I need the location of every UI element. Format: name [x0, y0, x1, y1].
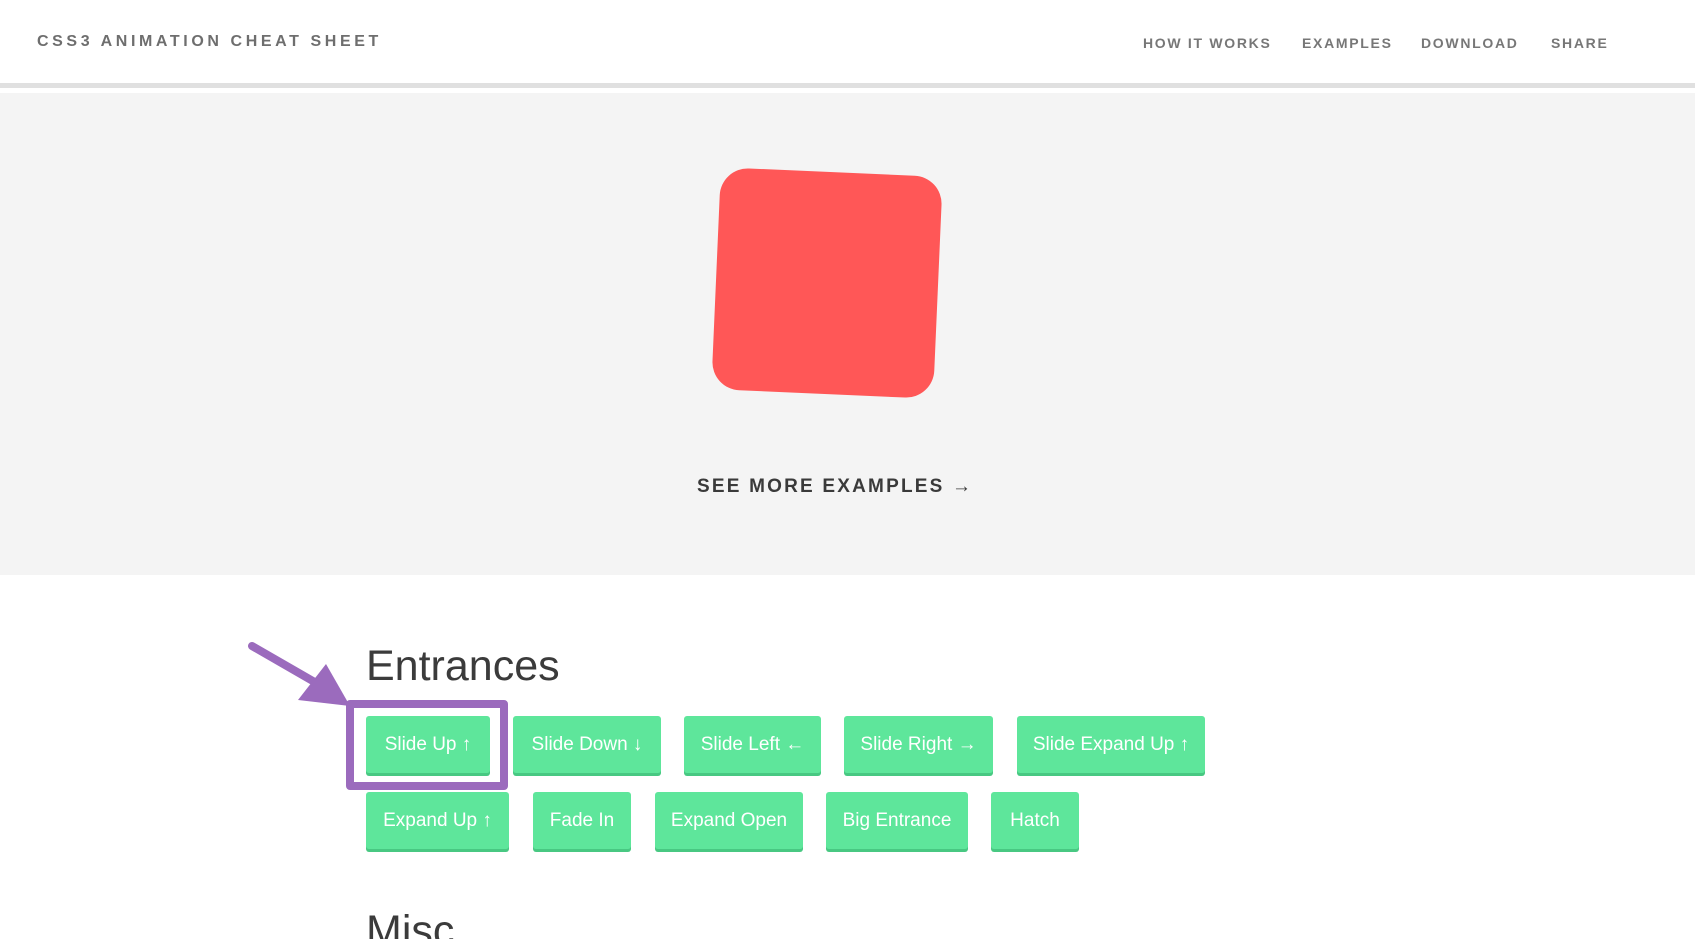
slide-down-button[interactable]: Slide Down ↓	[513, 716, 661, 773]
entrances-heading: Entrances	[366, 642, 560, 690]
slide-right-button[interactable]: Slide Right →	[844, 716, 993, 773]
animation-demo-box	[711, 167, 943, 399]
nav-examples[interactable]: EXAMPLES	[1302, 35, 1393, 51]
slide-expand-up-button[interactable]: Slide Expand Up ↑	[1017, 716, 1205, 773]
see-more-examples-link[interactable]: SEE MORE EXAMPLES →	[697, 476, 973, 498]
big-entrance-button[interactable]: Big Entrance	[826, 792, 968, 849]
nav-how-it-works[interactable]: HOW IT WORKS	[1143, 35, 1272, 51]
nav-download[interactable]: DOWNLOAD	[1421, 35, 1519, 51]
top-navbar: CSS3 ANIMATION CHEAT SHEET HOW IT WORKS …	[0, 0, 1695, 88]
nav-share[interactable]: SHARE	[1551, 35, 1609, 51]
page: CSS3 ANIMATION CHEAT SHEET HOW IT WORKS …	[0, 0, 1695, 939]
site-brand[interactable]: CSS3 ANIMATION CHEAT SHEET	[37, 33, 382, 51]
fade-in-button[interactable]: Fade In	[533, 792, 631, 849]
expand-up-button[interactable]: Expand Up ↑	[366, 792, 509, 849]
slide-left-button[interactable]: Slide Left ←	[684, 716, 821, 773]
misc-heading: Misc	[366, 907, 455, 939]
expand-open-button[interactable]: Expand Open	[655, 792, 803, 849]
hatch-button[interactable]: Hatch	[991, 792, 1079, 849]
hero-section: SEE MORE EXAMPLES →	[0, 93, 1695, 575]
slide-up-button[interactable]: Slide Up ↑	[366, 716, 490, 773]
